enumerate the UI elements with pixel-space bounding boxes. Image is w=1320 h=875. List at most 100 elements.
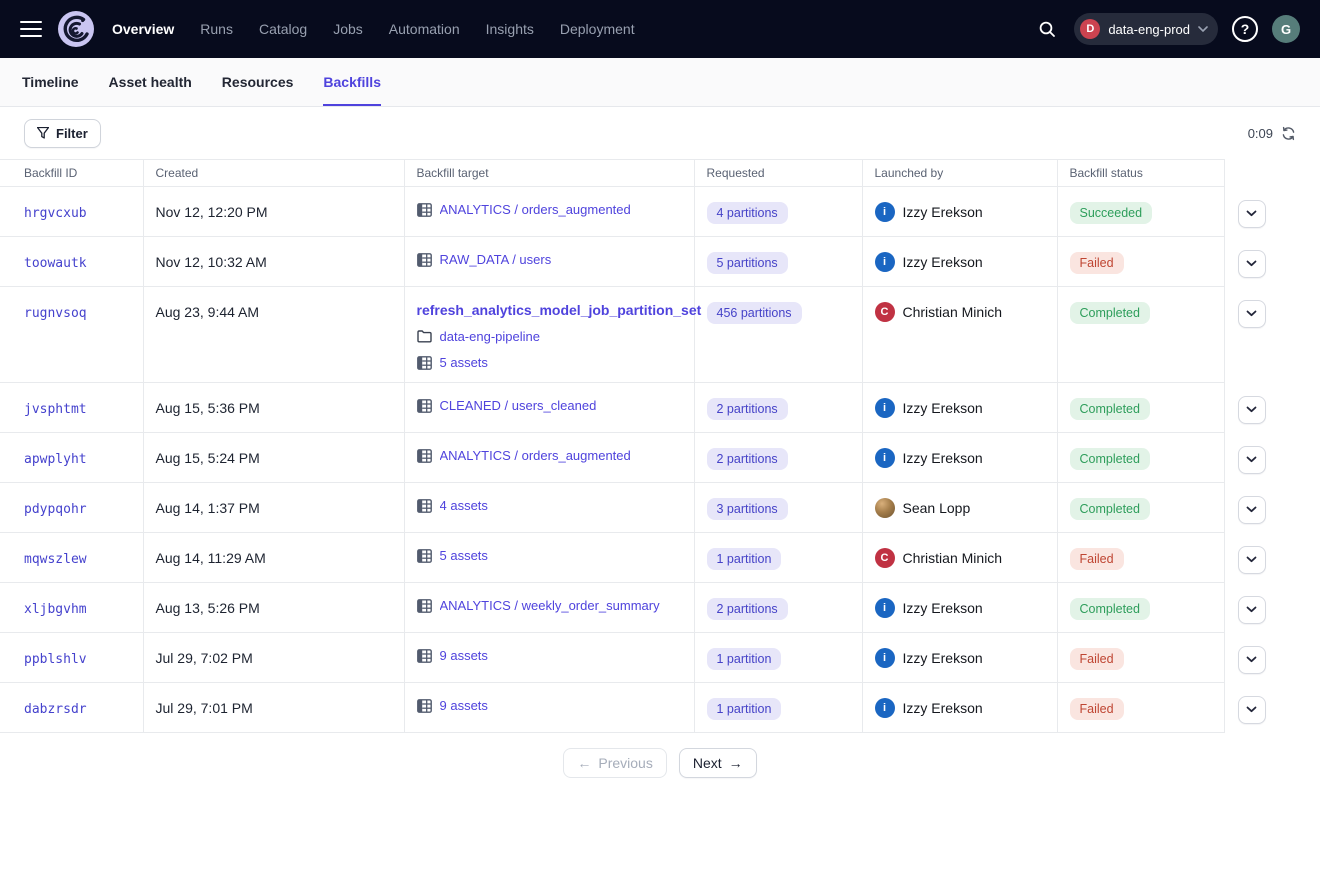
asset-icon [417,203,432,217]
deployment-switcher[interactable]: D data-eng-prod [1074,13,1218,45]
target-link[interactable]: 9 assets [440,648,488,663]
requested-badge: 2 partitions [707,598,788,620]
user-avatar-icon: i [875,252,895,272]
row-actions-button[interactable] [1238,596,1266,624]
row-actions-button[interactable] [1238,250,1266,278]
requested-badge: 1 partition [707,698,782,720]
nav-item-deployment[interactable]: Deployment [560,21,635,37]
asset-icon [417,356,432,370]
row-actions-button[interactable] [1238,696,1266,724]
status-badge: Failed [1070,648,1124,670]
refresh-icon[interactable] [1281,126,1296,141]
help-icon[interactable]: ? [1232,16,1258,42]
target-job-block: refresh_analytics_model_job_partition_se… [417,302,682,370]
nav-item-automation[interactable]: Automation [389,21,460,37]
pipeline-link[interactable]: data-eng-pipeline [440,329,540,344]
target-link[interactable]: ANALYTICS / orders_augmented [440,448,631,463]
target-link[interactable]: 9 assets [440,698,488,713]
filter-button[interactable]: Filter [24,119,101,148]
target-link[interactable]: ANALYTICS / orders_augmented [440,202,631,217]
filter-icon [37,127,49,139]
nav-item-jobs[interactable]: Jobs [333,21,363,37]
row-actions-button[interactable] [1238,396,1266,424]
created-cell: Aug 15, 5:24 PM [143,433,404,483]
tab-resources[interactable]: Resources [222,58,294,106]
backfill-id-link[interactable]: toowautk [24,256,87,271]
row-actions-button[interactable] [1238,546,1266,574]
column-header-launched-by: Launched by [862,160,1057,187]
target-link[interactable]: 4 assets [440,498,488,513]
row-actions-button[interactable] [1238,646,1266,674]
target-link[interactable]: CLEANED / users_cleaned [440,398,597,413]
tab-asset-health[interactable]: Asset health [109,58,192,106]
target-cell: 5 assets [404,533,694,583]
backfill-id-link[interactable]: ppblshlv [24,652,87,667]
next-page-button[interactable]: Next → [679,748,757,778]
target-cell: ANALYTICS / orders_augmented [404,187,694,237]
previous-page-button[interactable]: ← Previous [563,748,666,778]
filter-label: Filter [56,126,88,141]
nav-item-overview[interactable]: Overview [112,21,174,37]
target-cell: ANALYTICS / weekly_order_summary [404,583,694,633]
table-row: mqwszlew Aug 14, 11:29 AM 5 assets 1 par… [0,533,1320,583]
chevron-down-icon [1246,506,1257,513]
asset-icon [417,599,432,613]
created-cell: Aug 13, 5:26 PM [143,583,404,633]
user-avatar-icon: i [875,648,895,668]
backfill-id-link[interactable]: xljbgvhm [24,602,87,617]
requested-badge: 4 partitions [707,202,788,224]
search-icon[interactable] [1034,16,1060,42]
chevron-down-icon [1246,556,1257,563]
backfill-id-link[interactable]: apwplyht [24,452,87,467]
target-link[interactable]: ANALYTICS / weekly_order_summary [440,598,660,613]
user-avatar-icon: i [875,598,895,618]
asset-icon [417,649,432,663]
target-cell: 9 assets [404,633,694,683]
column-header-backfill-target: Backfill target [404,160,694,187]
nav-item-runs[interactable]: Runs [200,21,233,37]
user-avatar[interactable]: G [1272,15,1300,43]
created-cell: Aug 15, 5:36 PM [143,383,404,433]
tab-timeline[interactable]: Timeline [22,58,79,106]
assets-link[interactable]: 5 assets [440,355,488,370]
status-badge: Completed [1070,598,1150,620]
row-actions-button[interactable] [1238,200,1266,228]
tab-backfills[interactable]: Backfills [323,58,381,106]
row-actions-button[interactable] [1238,300,1266,328]
backfill-id-link[interactable]: hrgvcxub [24,206,87,221]
backfill-id-link[interactable]: rugnvsoq [24,306,87,321]
menu-icon[interactable] [20,21,42,37]
table-row: jvsphtmt Aug 15, 5:36 PM CLEANED / users… [0,383,1320,433]
arrow-left-icon: ← [577,755,591,771]
requested-badge: 3 partitions [707,498,788,520]
target-cell: 4 assets [404,483,694,533]
deployment-name: data-eng-prod [1108,22,1190,37]
requested-badge: 1 partition [707,548,782,570]
created-cell: Aug 14, 11:29 AM [143,533,404,583]
dagster-logo-icon[interactable] [58,11,94,47]
row-actions-button[interactable] [1238,496,1266,524]
backfill-id-link[interactable]: jvsphtmt [24,402,87,417]
overview-tabs: Timeline Asset health Resources Backfill… [0,58,1320,107]
row-actions-button[interactable] [1238,446,1266,474]
target-cell: CLEANED / users_cleaned [404,383,694,433]
target-link[interactable]: 5 assets [440,548,488,563]
job-link[interactable]: refresh_analytics_model_job_partition_se… [417,302,682,318]
asset-icon [417,449,432,463]
column-header-backfill-status: Backfill status [1057,160,1224,187]
created-cell: Aug 23, 9:44 AM [143,287,404,383]
nav-item-catalog[interactable]: Catalog [259,21,307,37]
target-cell: refresh_analytics_model_job_partition_se… [404,287,694,383]
backfill-id-link[interactable]: mqwszlew [24,552,87,567]
backfill-id-link[interactable]: dabzrsdr [24,702,87,717]
table-row: dabzrsdr Jul 29, 7:01 PM 9 assets 1 part… [0,683,1320,733]
asset-icon [417,399,432,413]
user-name: Izzy Erekson [903,450,983,466]
user-name: Izzy Erekson [903,650,983,666]
status-badge: Failed [1070,548,1124,570]
user-name: Izzy Erekson [903,254,983,270]
backfill-id-link[interactable]: pdypqohr [24,502,87,517]
nav-item-insights[interactable]: Insights [486,21,534,37]
chevron-down-icon [1246,310,1257,317]
target-link[interactable]: RAW_DATA / users [440,252,552,267]
